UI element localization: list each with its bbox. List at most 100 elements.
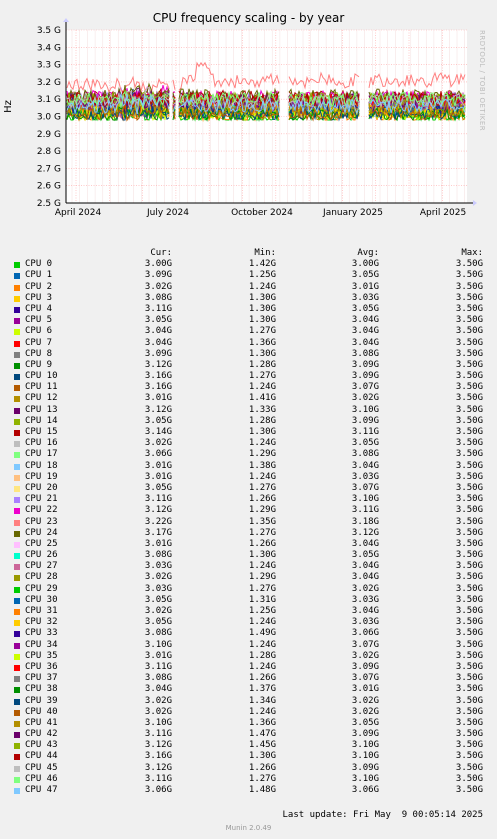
legend-series-name: CPU 26 — [25, 550, 58, 561]
legend-min: 1.27G — [248, 371, 276, 382]
legend-row: CPU 6 3.04G 1.27G 3.04G 3.50G — [0, 326, 497, 337]
legend-swatch — [14, 519, 20, 526]
legend-row: CPU 40 3.02G 1.24G 3.02G 3.50G — [0, 707, 497, 718]
legend-max: 3.50G — [455, 650, 483, 661]
legend-min: 1.48G — [248, 785, 276, 795]
legend-min: 1.41G — [248, 393, 276, 404]
legend-max: 3.50G — [455, 393, 483, 404]
legend-series-name: CPU 20 — [25, 482, 58, 493]
legend-min: 1.27G — [248, 583, 276, 594]
legend-max: 3.50G — [455, 773, 483, 784]
legend-row: CPU 28 3.02G 1.29G 3.04G 3.50G — [0, 572, 497, 583]
legend-swatch — [14, 553, 20, 560]
legend-swatch — [14, 374, 20, 381]
legend-min: 1.24G — [248, 661, 276, 672]
legend-row: CPU 22 3.12G 1.29G 3.11G 3.50G — [0, 505, 497, 516]
legend-avg: 3.09G — [351, 729, 379, 740]
legend-series-name: CPU 45 — [25, 762, 58, 773]
y-tick-label: 2.7 G — [37, 164, 61, 174]
legend-cur: 3.08G — [144, 550, 172, 561]
legend-series-name: CPU 34 — [25, 639, 58, 650]
legend-min: 1.24G — [248, 438, 276, 449]
legend-swatch — [14, 284, 20, 291]
legend-max: 3.50G — [455, 639, 483, 650]
legend-max: 3.50G — [455, 438, 483, 449]
legend-swatch — [14, 418, 20, 425]
legend-row: CPU 23 3.22G 1.35G 3.18G 3.50G — [0, 517, 497, 528]
legend-min: 1.34G — [248, 695, 276, 706]
legend-cur: 3.08G — [144, 628, 172, 639]
legend-cur: 3.06G — [144, 785, 172, 795]
legend-min: 1.25G — [248, 606, 276, 616]
legend-series-name: CPU 39 — [25, 695, 58, 706]
legend-cur: 3.08G — [144, 292, 172, 303]
legend-cur: 3.11G — [144, 303, 172, 314]
legend-row: CPU 45 3.12G 1.26G 3.09G 3.50G — [0, 763, 497, 774]
x-axis-arrow — [473, 200, 477, 206]
legend-avg: 3.03G — [351, 292, 379, 303]
legend-cur: 3.05G — [144, 594, 172, 605]
legend-min: 1.26G — [248, 762, 276, 773]
legend-avg: 3.07G — [351, 382, 379, 393]
legend-row: CPU 44 3.16G 1.30G 3.10G 3.50G — [0, 751, 497, 762]
legend-swatch — [14, 664, 20, 671]
legend-cur: 3.12G — [144, 740, 172, 751]
legend-cur: 3.05G — [144, 415, 172, 426]
legend-min: 1.24G — [248, 561, 276, 572]
y-axis-label: Hz — [3, 100, 14, 113]
legend-cur: 3.09G — [144, 348, 172, 359]
legend-swatch — [14, 709, 20, 716]
legend-min: 1.24G — [248, 281, 276, 292]
legend-min: 1.37G — [248, 684, 276, 695]
legend-swatch — [14, 273, 20, 280]
legend-swatch — [14, 676, 20, 683]
legend-row: CPU 37 3.08G 1.26G 3.07G 3.50G — [0, 673, 497, 684]
legend-series-name: CPU 15 — [25, 427, 58, 437]
legend-avg: 3.11G — [351, 427, 379, 437]
legend-cur: 3.08G — [144, 673, 172, 684]
legend-cur: 3.11G — [144, 494, 172, 505]
legend-series-name: CPU 43 — [25, 740, 58, 751]
legend-series-name: CPU 14 — [25, 415, 58, 426]
legend-cur: 3.12G — [144, 762, 172, 773]
legend-cur: 3.02G — [144, 572, 172, 583]
legend-min: 1.36G — [248, 337, 276, 348]
legend-max: 3.50G — [455, 617, 483, 628]
legend-cur: 3.04G — [144, 326, 172, 337]
legend-avg: 3.04G — [351, 572, 379, 583]
last-update: Last update: Fri May 9 00:05:14 2025 — [282, 810, 483, 820]
legend-max: 3.50G — [455, 661, 483, 672]
legend-max: 3.50G — [455, 303, 483, 314]
legend-header-avg: Avg: — [357, 248, 379, 258]
legend-avg: 3.07G — [351, 673, 379, 684]
legend-min: 1.29G — [248, 505, 276, 516]
legend-avg: 3.04G — [351, 606, 379, 616]
legend-cur: 3.02G — [144, 438, 172, 449]
legend-avg: 3.08G — [351, 348, 379, 359]
legend-max: 3.50G — [455, 740, 483, 751]
legend-min: 1.30G — [248, 751, 276, 762]
y-tick-label: 3.4 G — [37, 43, 61, 53]
legend-max: 3.50G — [455, 583, 483, 594]
legend-cur: 3.01G — [144, 393, 172, 404]
legend-min: 1.28G — [248, 359, 276, 370]
legend-min: 1.24G — [248, 639, 276, 650]
legend-row: CPU 41 3.10G 1.36G 3.05G 3.50G — [0, 718, 497, 729]
legend-series-name: CPU 36 — [25, 661, 58, 672]
legend-avg: 3.06G — [351, 785, 379, 795]
legend-row: CPU 30 3.05G 1.31G 3.03G 3.50G — [0, 595, 497, 606]
legend-swatch — [14, 508, 20, 515]
legend-min: 1.30G — [248, 348, 276, 359]
legend-min: 1.29G — [248, 449, 276, 460]
legend-avg: 3.01G — [351, 684, 379, 695]
legend-row: CPU 9 3.12G 1.28G 3.09G 3.50G — [0, 360, 497, 371]
legend-swatch — [14, 642, 20, 649]
legend-row: CPU 43 3.12G 1.45G 3.10G 3.50G — [0, 740, 497, 751]
legend-min: 1.24G — [248, 706, 276, 717]
legend-avg: 3.03G — [351, 471, 379, 482]
legend-series-name: CPU 23 — [25, 516, 58, 527]
legend-max: 3.50G — [455, 706, 483, 717]
legend-swatch — [14, 754, 20, 761]
legend-max: 3.50G — [455, 415, 483, 426]
legend-row: CPU 21 3.11G 1.26G 3.10G 3.50G — [0, 494, 497, 505]
